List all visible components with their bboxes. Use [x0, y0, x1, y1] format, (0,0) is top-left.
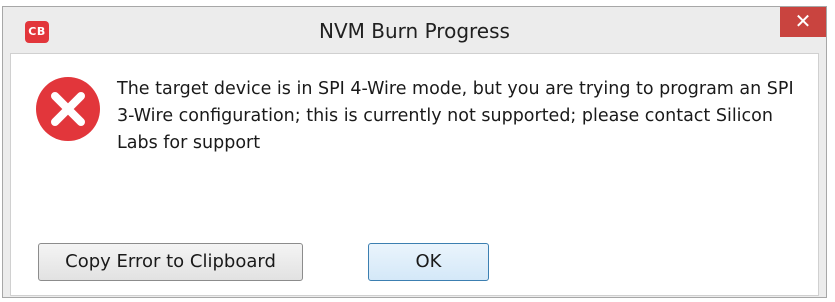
ok-button[interactable]: OK	[368, 243, 489, 281]
title-bar[interactable]: CB NVM Burn Progress ✕	[3, 7, 826, 53]
dialog-window: CB NVM Burn Progress ✕ The target device…	[2, 6, 827, 298]
error-icon	[35, 76, 101, 142]
window-title: NVM Burn Progress	[319, 19, 510, 43]
copy-error-button[interactable]: Copy Error to Clipboard	[38, 243, 303, 281]
error-message: The target device is in SPI 4-Wire mode,…	[117, 79, 794, 153]
close-button[interactable]: ✕	[780, 7, 826, 37]
dialog-content: The target device is in SPI 4-Wire mode,…	[10, 53, 819, 296]
